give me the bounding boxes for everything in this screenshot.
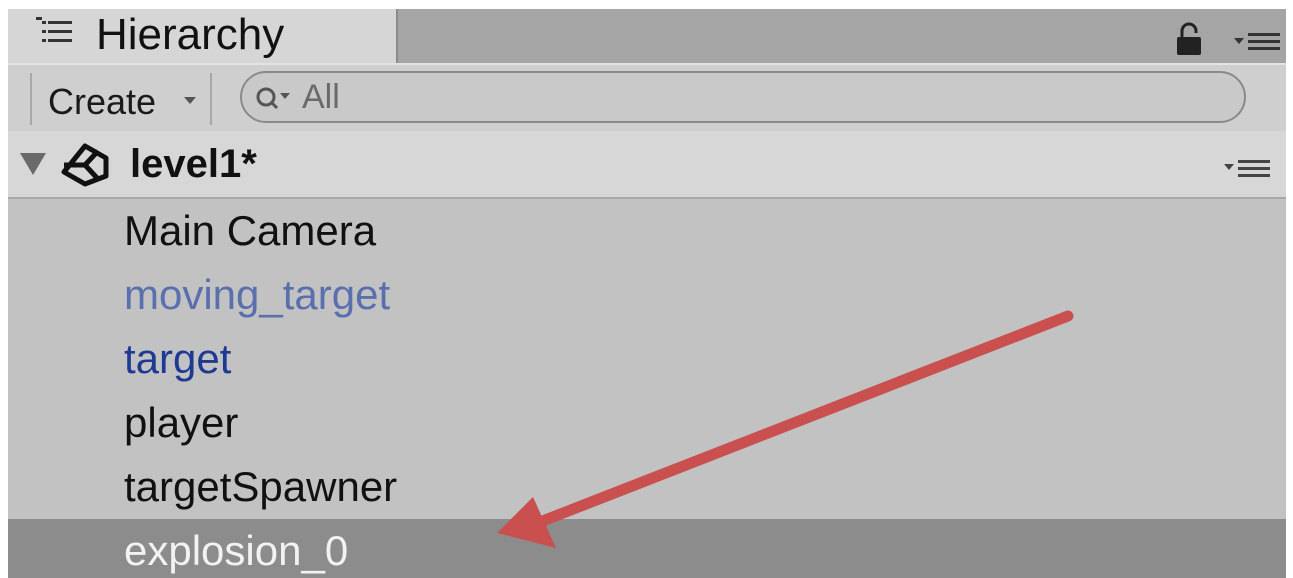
- hierarchy-item-target-spawner[interactable]: targetSpawner: [8, 455, 1286, 519]
- create-button[interactable]: Create: [30, 73, 212, 125]
- search-icon[interactable]: [256, 85, 300, 113]
- lock-icon[interactable]: [1173, 21, 1205, 57]
- hierarchy-item-moving-target[interactable]: moving_target: [8, 263, 1286, 327]
- hierarchy-list-icon: [36, 17, 72, 42]
- tab-hierarchy[interactable]: Hierarchy: [8, 9, 398, 63]
- hierarchy-item-label: Main Camera: [124, 207, 377, 254]
- hierarchy-item-main-camera[interactable]: Main Camera: [8, 199, 1286, 263]
- scene-name: level1*: [130, 142, 257, 186]
- hierarchy-item-label: target: [124, 335, 232, 382]
- search-input[interactable]: [302, 77, 1102, 117]
- scene-header[interactable]: level1*: [8, 131, 1286, 199]
- hierarchy-toolbar: Create: [8, 63, 1286, 133]
- hierarchy-item-label: explosion_0: [124, 527, 349, 574]
- hierarchy-item-player[interactable]: player: [8, 391, 1286, 455]
- expand-triangle-icon[interactable]: [20, 153, 46, 175]
- hierarchy-item-label: targetSpawner: [124, 463, 398, 510]
- create-button-label: Create: [48, 81, 157, 122]
- hierarchy-item-explosion-0[interactable]: explosion_0: [8, 519, 1286, 578]
- hierarchy-item-target[interactable]: target: [8, 327, 1286, 391]
- search-field[interactable]: [240, 71, 1246, 123]
- hierarchy-list: Main Camera moving_target target player …: [8, 199, 1286, 578]
- unity-logo-icon: [61, 143, 109, 187]
- hierarchy-item-label: moving_target: [124, 271, 391, 318]
- dropdown-arrow-icon: [184, 97, 196, 104]
- scene-menu-icon[interactable]: [1220, 157, 1274, 179]
- panel-menu-icon[interactable]: [1230, 29, 1284, 55]
- hierarchy-panel: Hierarchy Create All level1* Main Camera…: [8, 9, 1286, 578]
- tab-title: Hierarchy: [96, 10, 285, 59]
- hierarchy-item-label: player: [124, 399, 239, 446]
- tab-bar: Hierarchy: [8, 9, 1286, 63]
